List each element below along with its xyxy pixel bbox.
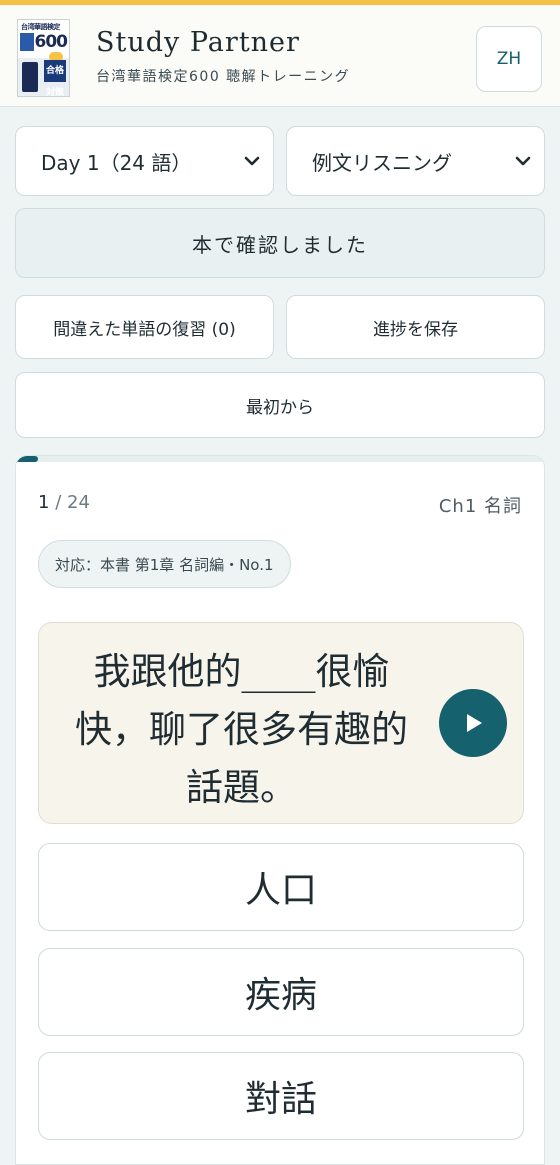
language-toggle-button[interactable]: ZH [476,26,542,92]
app-title: Study Partner [96,27,300,58]
sentence-panel: 我跟他的____很愉快，聊了很多有趣的話題。 [38,622,524,824]
mode-select-value: 例文リスニング [312,150,452,175]
book-cover-title: 台湾華語検定 [21,23,61,31]
day-select-value: Day 1（24 語） [41,150,192,175]
answer-choice-1[interactable]: 人口 [38,843,524,931]
play-audio-button[interactable] [439,689,507,757]
chevron-down-icon [244,156,260,166]
example-sentence: 我跟他的____很愉快，聊了很多有趣的話題。 [75,650,408,809]
question-counter: 1 / 24 [38,492,90,513]
book-cover-tag: 合格対策 [44,60,66,96]
review-mistakes-button[interactable]: 間違えた単語の復習 (0) [15,295,274,359]
mode-select[interactable]: 例文リスニング [286,126,545,196]
answer-choice-2[interactable]: 疾病 [38,948,524,1036]
play-icon [467,714,482,732]
app-header: 台湾華語検定 600 合格対策 Study Partner 台湾華語検定600 … [0,5,560,107]
progress-bar [16,456,544,462]
app-subtitle: 台湾華語検定600 聴解トレーニング [96,69,351,85]
counter-separator: / [55,492,62,513]
answer-choice-3[interactable]: 對話 [38,1052,524,1140]
chapter-label: Ch1 名詞 [438,496,522,517]
book-cover-number: 600 [34,32,68,52]
save-progress-button[interactable]: 進捗を保存 [286,295,545,359]
current-question: 1 [38,492,50,513]
chevron-down-icon [515,156,531,166]
restart-button[interactable]: 最初から [15,372,545,438]
quiz-card: 1 / 24 Ch1 名詞 対応：本書 第1章 名詞編・No.1 我跟他的___… [15,455,545,1165]
total-questions: 24 [67,492,90,513]
book-reference-badge: 対応：本書 第1章 名詞編・No.1 [38,540,291,588]
book-cover-logo: 台湾華語検定 600 合格対策 [17,19,70,97]
day-select[interactable]: Day 1（24 語） [15,126,274,196]
progress-bar-fill [16,456,39,462]
confirm-in-book-button[interactable]: 本で確認しました [15,208,545,278]
